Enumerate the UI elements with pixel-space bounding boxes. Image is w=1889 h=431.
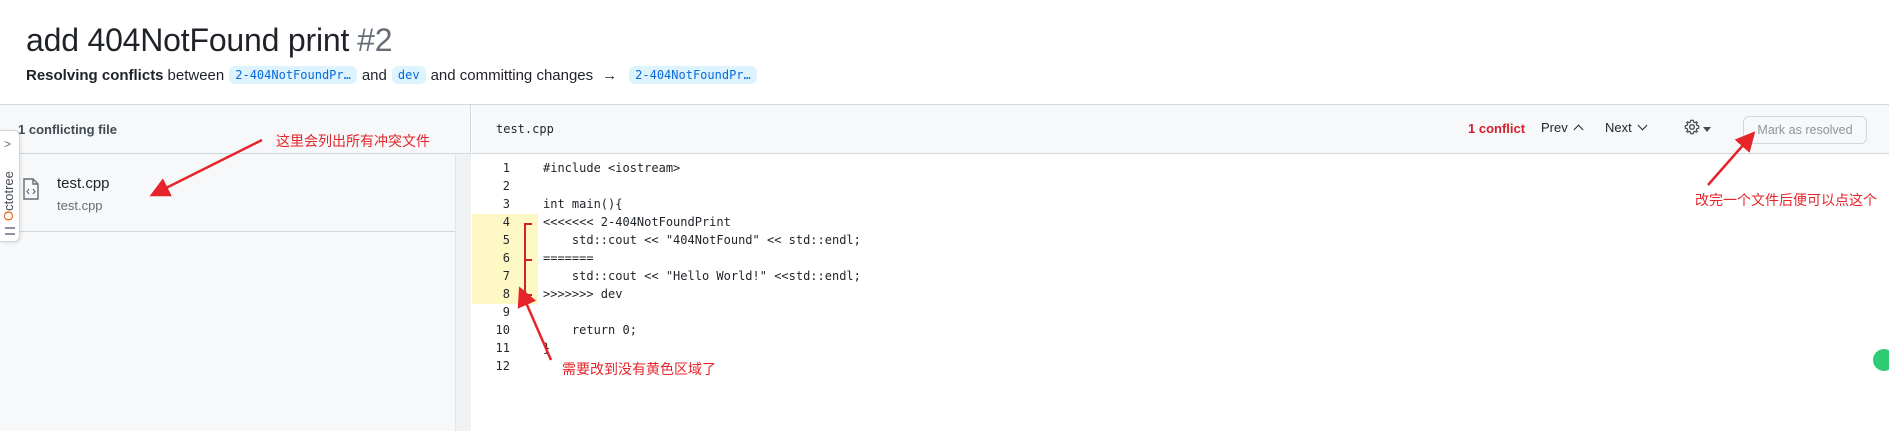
octotree-tab[interactable]: > Octotree <box>0 130 20 242</box>
line-number: 3 <box>502 197 510 211</box>
line-number: 7 <box>502 269 510 283</box>
gear-icon <box>1684 119 1700 140</box>
subtitle-bold: Resolving conflicts <box>26 66 164 84</box>
line-content[interactable]: #include <iostream> <box>543 159 680 177</box>
code-line[interactable]: 10 return 0; <box>472 321 1872 339</box>
pr-number: #2 <box>357 22 393 58</box>
editor-settings-button[interactable] <box>1684 118 1720 140</box>
pr-title: add 404NotFound print <box>26 22 350 58</box>
sidebar-scrollbar[interactable] <box>455 155 471 431</box>
code-line[interactable]: 4 <<<<<<< 2-404NotFoundPrint <box>472 213 1872 231</box>
line-content[interactable]: std::cout << "404NotFound" << std::endl; <box>543 231 861 249</box>
code-line[interactable]: 3 int main(){ <box>472 195 1872 213</box>
line-content[interactable]: return 0; <box>543 321 637 339</box>
line-content[interactable]: <<<<<<< 2-404NotFoundPrint <box>543 213 731 231</box>
drag-grip-icon[interactable] <box>5 227 15 235</box>
code-line[interactable]: 6 ======= <box>472 249 1872 267</box>
octotree-label: Octotree <box>1 171 16 221</box>
line-number: 2 <box>502 179 510 193</box>
line-number: 12 <box>495 359 510 373</box>
conflict-count: 1 conflict <box>1468 121 1526 136</box>
line-content[interactable]: ======= <box>543 249 594 267</box>
editor-toolbar: test.cpp 1 conflict Prev Next Mark as re… <box>472 105 1889 154</box>
editor-filename: test.cpp <box>496 122 554 136</box>
line-number: 8 <box>502 287 510 301</box>
file-list-item[interactable]: test.cpp test.cpp <box>0 155 455 232</box>
line-number: 1 <box>502 161 510 175</box>
line-content[interactable]: >>>>>>> dev <box>543 285 622 303</box>
arrow-right-icon: → <box>602 66 618 84</box>
chevron-down-icon <box>1637 120 1648 131</box>
annotation-files-note: 这里会列出所有冲突文件 <box>276 134 430 150</box>
conflict-resolver: 1 conflicting file test.cpp test.cpp tes… <box>0 104 1889 431</box>
head-branch-badge[interactable]: 2-404NotFoundPr… <box>229 66 357 84</box>
file-sidebar: 1 conflicting file test.cpp test.cpp <box>0 105 471 431</box>
page-title: add 404NotFound print #2 <box>26 22 393 59</box>
code-line[interactable]: 5 std::cout << "404NotFound" << std::end… <box>472 231 1872 249</box>
code-line[interactable]: 2 <box>472 177 1872 195</box>
and-word: and <box>361 66 387 84</box>
line-number: 5 <box>502 233 510 247</box>
line-number: 11 <box>495 341 510 355</box>
page-header: add 404NotFound print #2 Resolving confli… <box>0 0 1889 104</box>
mark-as-resolved-button[interactable]: Mark as resolved <box>1743 116 1867 144</box>
code-line[interactable]: 11} <box>472 339 1872 357</box>
line-number: 9 <box>502 305 510 319</box>
chevron-right-icon: > <box>4 137 12 151</box>
line-content[interactable]: } <box>543 339 550 357</box>
code-editor[interactable]: 1 #include <iostream> 2 3 int main(){ 4 <<<<<<… <box>472 155 1889 431</box>
line-number: 6 <box>502 251 510 265</box>
chat-bubble-icon[interactable] <box>1873 349 1889 371</box>
committing-text: and committing changes <box>430 66 594 84</box>
code-line[interactable]: 8 >>>>>>> dev <box>472 285 1872 303</box>
line-content[interactable]: std::cout << "Hello World!" <<std::endl; <box>543 267 861 285</box>
chevron-up-icon <box>1573 124 1584 135</box>
prev-label: Prev <box>1541 120 1568 135</box>
annotation-resolve-note: 改完一个文件后便可以点这个 <box>1695 193 1877 209</box>
line-number: 4 <box>502 215 510 229</box>
annotation-yellow-note: 需要改到没有黄色区域了 <box>562 362 716 378</box>
target-branch-badge[interactable]: 2-404NotFoundPr… <box>629 66 757 84</box>
prev-conflict-button[interactable]: Prev <box>1541 120 1584 135</box>
code-line[interactable]: 7 std::cout << "Hello World!" <<std::end… <box>472 267 1872 285</box>
code-line[interactable]: 1 #include <iostream> <box>472 159 1872 177</box>
file-name: test.cpp <box>57 175 110 192</box>
next-conflict-button[interactable]: Next <box>1605 120 1648 135</box>
base-branch-badge[interactable]: dev <box>391 66 426 84</box>
between-word: between <box>167 66 225 84</box>
code-line[interactable]: 9 <box>472 303 1872 321</box>
line-number: 10 <box>495 323 510 337</box>
page-subtitle: Resolving conflicts between 2-404NotFoun… <box>26 66 762 84</box>
line-content[interactable]: int main(){ <box>543 195 622 213</box>
caret-down-icon <box>1703 126 1711 132</box>
file-code-icon <box>22 178 40 200</box>
file-path: test.cpp <box>57 198 103 213</box>
next-label: Next <box>1605 120 1632 135</box>
